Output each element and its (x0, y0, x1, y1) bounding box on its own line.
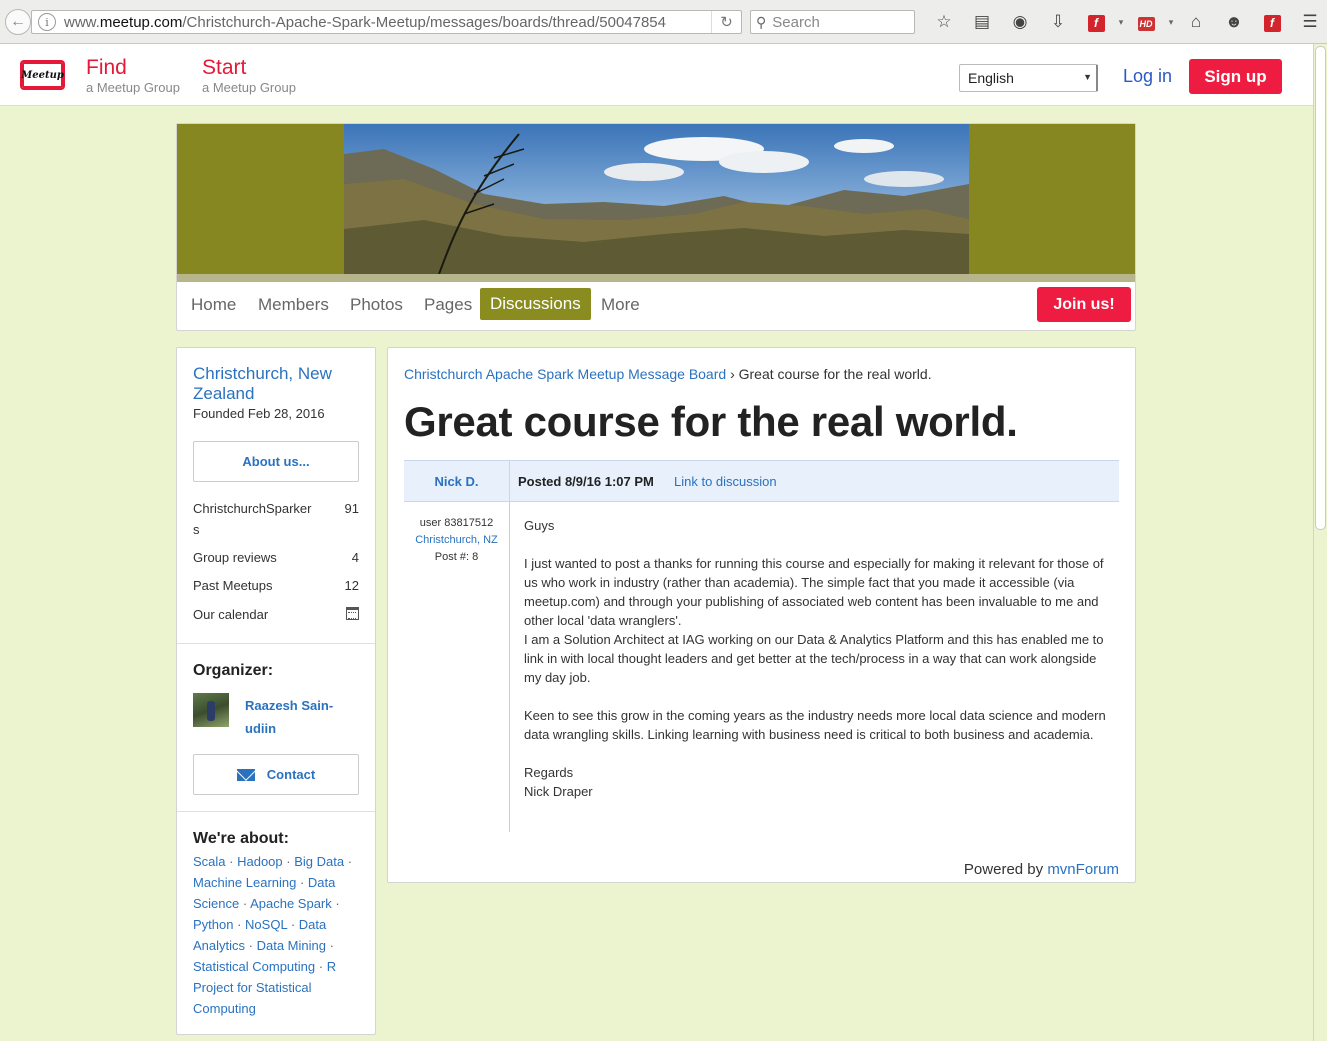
topics-list: Scala · Hadoop · Big Data · Machine Lear… (193, 854, 353, 1016)
post-timestamp: Posted 8/9/16 1:07 PM (518, 474, 654, 489)
search-icon: ⚲ (756, 13, 767, 30)
topic-link[interactable]: Big Data (294, 854, 344, 869)
group-sidebar: Christchurch, New Zealand Founded Feb 28… (176, 347, 376, 1035)
post-paragraph: Guys (524, 518, 555, 533)
chevron-down-icon[interactable]: ▾ (1165, 17, 1177, 28)
back-arrow-icon[interactable]: ← (5, 9, 31, 35)
post-paragraph: Regards Nick Draper (524, 765, 593, 799)
organizer-title: Organizer: (193, 662, 274, 679)
signup-button[interactable]: Sign up (1189, 59, 1282, 94)
menu-icon[interactable]: ☰ (1291, 12, 1327, 32)
post-paragraph: Keen to see this grow in the coming year… (524, 708, 1106, 742)
flash-icon[interactable]: f (1253, 12, 1291, 32)
post-location-link[interactable]: Christchurch, NZ (404, 532, 509, 549)
founded-date: Founded Feb 28, 2016 (193, 406, 325, 421)
start-sublabel: a Meetup Group (202, 80, 296, 95)
find-label[interactable]: Find (86, 56, 180, 80)
about-us-button[interactable]: About us... (193, 441, 359, 482)
start-label[interactable]: Start (202, 56, 296, 80)
topic-link[interactable]: Scala (193, 854, 226, 869)
join-group-button[interactable]: Join us! (1037, 287, 1131, 322)
tab-pages[interactable]: Pages (424, 295, 472, 315)
start-group-link[interactable]: Start a Meetup Group (202, 56, 296, 96)
browser-toolbar: ← i www.meetup.com/Christchurch-Apache-S… (0, 0, 1327, 44)
stat-our-calendar[interactable]: Our calendar (193, 604, 359, 625)
organizer-avatar[interactable] (193, 693, 229, 727)
smiley-icon[interactable]: ☻ (1215, 12, 1253, 32)
breadcrumb-current: Great course for the real world. (738, 366, 932, 382)
topic-link[interactable]: Statistical Computing (193, 959, 315, 974)
browser-toolbar-icons: ☆ ▤ ◉ ⇩ f ▾ HD ▾ ⌂ ☻ f ☰ (925, 10, 1327, 34)
mvnforum-link[interactable]: mvnForum (1047, 861, 1119, 878)
breadcrumb: Christchurch Apache Spark Meetup Message… (404, 366, 932, 382)
topic-link[interactable]: Machine Learning (193, 875, 296, 890)
breadcrumb-board-link[interactable]: Christchurch Apache Spark Meetup Message… (404, 366, 726, 382)
calendar-icon (346, 607, 359, 620)
tab-home[interactable]: Home (191, 295, 236, 315)
tab-photos[interactable]: Photos (350, 295, 403, 315)
envelope-icon (236, 768, 255, 781)
find-group-link[interactable]: Find a Meetup Group (86, 56, 180, 96)
bookmark-star-icon[interactable]: ☆ (925, 12, 963, 32)
reload-icon[interactable]: ↻ (711, 11, 741, 33)
about-topics-title: We're about: (193, 830, 289, 847)
topic-link[interactable]: Data Mining (257, 938, 326, 953)
post-header: Nick D. Posted 8/9/16 1:07 PM Link to di… (404, 460, 1119, 502)
post-author-link[interactable]: Nick D. (404, 461, 510, 501)
post-number: Post #: 8 (434, 551, 479, 563)
reading-list-icon[interactable]: ▤ (963, 12, 1001, 32)
post-paragraph: I just wanted to post a thanks for runni… (524, 556, 1104, 685)
message-board-content: Christchurch Apache Spark Meetup Message… (387, 347, 1136, 883)
home-icon[interactable]: ⌂ (1177, 12, 1215, 32)
meetup-logo[interactable]: Meetup (20, 60, 65, 90)
chevron-down-icon[interactable]: ▾ (1115, 17, 1127, 28)
login-link[interactable]: Log in (1123, 66, 1172, 87)
powered-by: Powered by mvnForum (963, 861, 1119, 878)
tab-members[interactable]: Members (258, 295, 329, 315)
post-user-id: user 83817512 (419, 517, 494, 529)
find-sublabel: a Meetup Group (86, 80, 180, 95)
flash-icon[interactable]: f (1077, 12, 1115, 32)
post-author-meta: user 83817512 Christchurch, NZ Post #: 8 (404, 502, 510, 832)
topic-link[interactable]: Hadoop (237, 854, 283, 869)
group-banner (177, 124, 1135, 274)
chevron-down-icon: ▼ (1083, 72, 1092, 82)
language-select[interactable]: English ▼ (959, 64, 1098, 92)
page-scrollbar-thumb[interactable] (1315, 46, 1326, 530)
banner-photo (344, 124, 969, 274)
topic-link[interactable]: NoSQL (245, 917, 287, 932)
download-icon[interactable]: ⇩ (1039, 12, 1077, 32)
stat-members[interactable]: ChristchurchSparkers 91 (193, 498, 359, 540)
url-text[interactable]: www.meetup.com/Christchurch-Apache-Spark… (64, 14, 666, 31)
group-city-link[interactable]: Christchurch, New Zealand (193, 364, 363, 404)
contact-button[interactable]: Contact (193, 754, 359, 795)
page-title: Great course for the real world. (404, 398, 1018, 445)
stat-past-meetups[interactable]: Past Meetups 12 (193, 575, 359, 596)
topic-link[interactable]: Apache Spark (250, 896, 332, 911)
browser-search-input[interactable]: ⚲ Search (750, 10, 915, 34)
group-banner-card: Home Members Photos Pages Discussions Mo… (176, 123, 1136, 331)
organizer-name-link[interactable]: Raazesh Sain-udiin (245, 694, 355, 740)
post-body: Guys I just wanted to post a thanks for … (524, 516, 1114, 820)
stat-group-reviews[interactable]: Group reviews 4 (193, 547, 359, 568)
site-info-icon[interactable]: i (38, 13, 56, 31)
group-nav-tabs: Home Members Photos Pages Discussions Mo… (177, 282, 1135, 330)
link-to-discussion[interactable]: Link to discussion (674, 474, 777, 489)
hd-icon[interactable]: HD (1127, 12, 1165, 32)
site-header: Meetup Find a Meetup Group Start a Meetu… (0, 44, 1313, 106)
pocket-icon[interactable]: ◉ (1001, 12, 1039, 32)
tab-discussions[interactable]: Discussions (480, 288, 591, 320)
tab-more[interactable]: More (601, 295, 640, 315)
address-bar[interactable]: i www.meetup.com/Christchurch-Apache-Spa… (31, 10, 742, 34)
topic-link[interactable]: Python (193, 917, 233, 932)
